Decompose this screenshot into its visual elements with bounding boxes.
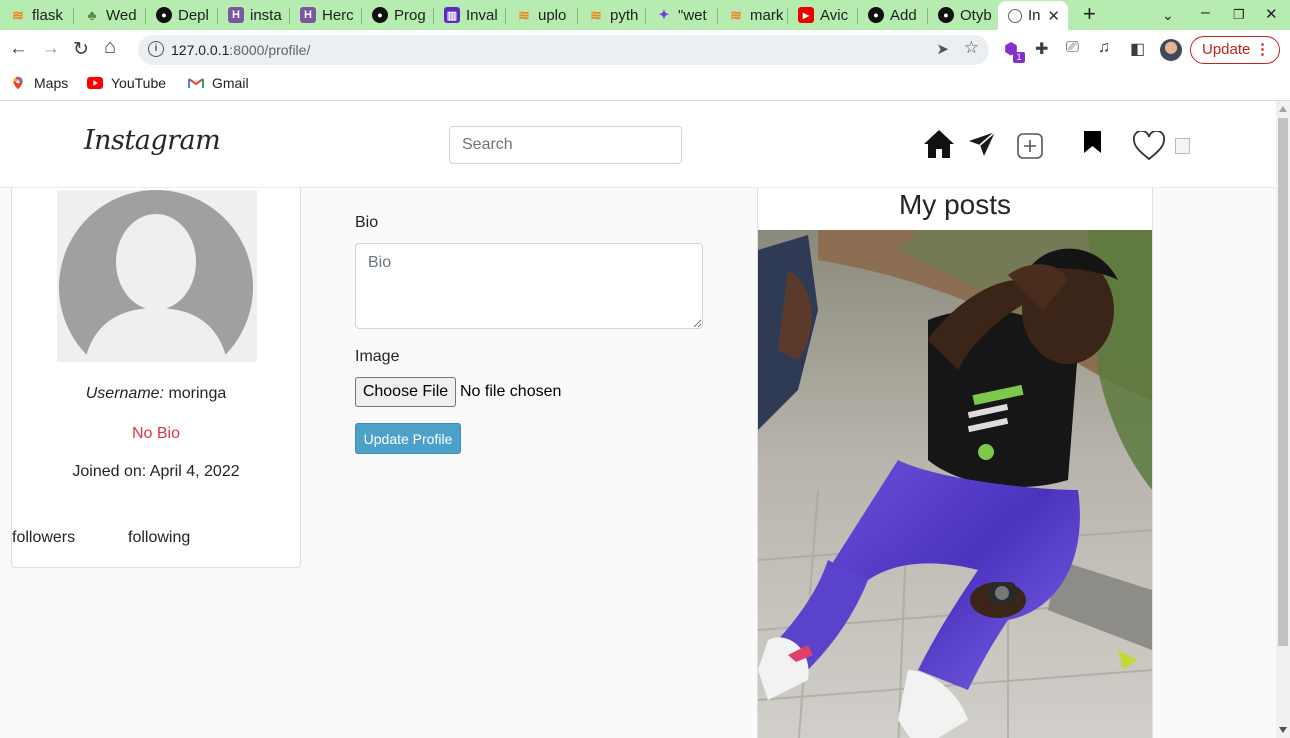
heroku-icon: H <box>300 7 316 23</box>
file-status: No file chosen <box>460 383 562 400</box>
side-panel-icon[interactable]: ◧ <box>1130 39 1145 59</box>
joined-date: Joined on: April 4, 2022 <box>72 463 240 480</box>
chrome-profile-avatar[interactable] <box>1160 39 1182 61</box>
bookmark-icon[interactable] <box>1083 130 1102 154</box>
default-avatar-icon <box>59 190 253 362</box>
image-label: Image <box>355 348 400 365</box>
stackoverflow-icon: ≋ <box>590 6 602 23</box>
site-info-icon[interactable]: i <box>148 41 164 57</box>
media-icon[interactable]: ♫ <box>1098 39 1110 57</box>
close-tab-icon[interactable]: ✕ <box>1047 7 1060 25</box>
stackoverflow-icon: ≋ <box>730 6 742 23</box>
profile-image[interactable] <box>1175 138 1190 154</box>
tab-8[interactable]: ≋ uplo <box>506 2 578 28</box>
tab-2[interactable]: ♣ Wed <box>74 2 146 28</box>
home-button-icon[interactable]: ⌂ <box>104 36 116 59</box>
send-page-icon[interactable]: ➤ <box>936 40 949 58</box>
scroll-thumb[interactable] <box>1278 118 1288 646</box>
youtube-icon: ▶ <box>798 7 814 23</box>
forward-icon[interactable]: → <box>41 38 60 60</box>
tab-4[interactable]: Hinsta <box>218 2 290 28</box>
reload-icon[interactable]: ↻ <box>73 38 89 61</box>
scroll-up-icon[interactable] <box>1279 106 1287 112</box>
tab-10[interactable]: ✦ "wet <box>646 2 718 28</box>
url-text[interactable]: 127.0.0.1:8000/profile/ <box>171 42 310 58</box>
browser-toolbar: ← → ↻ ⌂ i 127.0.0.1:8000/profile/ ➤ ☆ ⬢ … <box>0 30 1290 68</box>
tree-icon: ♣ <box>87 7 97 23</box>
search-input[interactable] <box>449 126 682 164</box>
github-icon: ● <box>938 7 954 23</box>
puzzle-icon[interactable]: ✚ <box>1035 39 1048 59</box>
tab-3[interactable]: ● Depl <box>146 2 218 28</box>
choose-file-button[interactable]: Choose File <box>355 377 456 407</box>
posts-title: My posts <box>898 189 1012 220</box>
globe-icon <box>1008 8 1022 23</box>
tab-12[interactable]: ▶ Avic <box>788 2 858 28</box>
tab-9[interactable]: ≋ pyth <box>578 2 646 28</box>
chrome-update-button[interactable]: Update ⋮ <box>1190 36 1280 64</box>
bio-label: Bio <box>355 214 379 231</box>
restore-icon[interactable]: ❐ <box>1233 7 1245 23</box>
bookmarks-bar: Maps YouTube Gmail <box>0 68 1290 101</box>
update-profile-button[interactable]: Update Profile <box>355 423 461 454</box>
tab-strip: ≋ flask ♣ Wed ● Depl Hinsta H Herc ● Prog ▥ In… <box>0 0 1290 30</box>
tab-6[interactable]: ● Prog <box>362 2 434 28</box>
youtube-icon <box>87 77 103 89</box>
tab-14[interactable]: ● Otyb <box>928 2 998 28</box>
tab-5[interactable]: H Herc <box>290 2 362 28</box>
stackoverflow-icon: ≋ <box>518 6 530 23</box>
tab-search-chevron-icon[interactable]: ⌄ <box>1162 7 1174 24</box>
add-post-icon[interactable] <box>1017 133 1043 159</box>
twitter-icon: ✦ <box>658 7 670 22</box>
post-image[interactable] <box>758 230 1152 738</box>
my-posts-panel: My posts <box>757 188 1153 738</box>
back-icon[interactable]: ← <box>9 38 28 60</box>
username: Username: moringa <box>85 385 227 402</box>
github-icon: ● <box>372 7 388 23</box>
following-link[interactable]: following <box>128 529 190 547</box>
bio-status: No Bio <box>131 425 181 442</box>
page-viewport: Instagram Search Username: moringa No Bi… <box>0 101 1276 738</box>
profile-avatar <box>57 190 257 362</box>
bookmark-star-icon[interactable]: ☆ <box>964 38 979 58</box>
tab-active[interactable]: In ✕ <box>998 1 1068 30</box>
minimize-icon[interactable]: – <box>1201 4 1210 22</box>
send-icon[interactable] <box>968 131 996 157</box>
gmail-icon <box>188 78 204 88</box>
github-icon: ● <box>156 7 172 23</box>
invalid-icon: ▥ <box>444 7 460 23</box>
site-navbar: Instagram <box>0 101 1276 188</box>
home-icon[interactable] <box>923 129 955 159</box>
github-icon: ● <box>868 7 884 23</box>
heart-icon[interactable] <box>1132 131 1166 161</box>
instagram-logo[interactable]: Instagram <box>84 125 221 156</box>
stackoverflow-icon: ≋ <box>12 6 24 23</box>
bio-textarea[interactable] <box>355 243 703 329</box>
extension-badge: 1 <box>1013 52 1025 63</box>
bookmark-maps[interactable]: Maps <box>10 75 68 91</box>
scroll-down-icon[interactable] <box>1279 727 1287 733</box>
profile-card: Username: moringa No Bio Joined on: Apri… <box>11 188 301 568</box>
tab-1[interactable]: ≋ flask <box>0 2 74 28</box>
tab-7[interactable]: ▥ Inval <box>434 2 506 28</box>
tab-13[interactable]: ● Add <box>858 2 928 28</box>
cast-icon[interactable]: ⎚ <box>1066 39 1079 57</box>
bookmark-gmail[interactable]: Gmail <box>188 75 249 91</box>
new-tab-icon[interactable]: + <box>1083 1 1096 27</box>
page-scrollbar[interactable] <box>1276 101 1290 738</box>
window-close-icon[interactable]: ✕ <box>1265 5 1278 23</box>
followers-link[interactable]: followers <box>12 529 75 547</box>
address-bar[interactable]: i 127.0.0.1:8000/profile/ ➤ ☆ <box>138 35 989 65</box>
post-photo <box>758 230 1152 738</box>
more-menu-icon[interactable]: ⋮ <box>1255 37 1270 63</box>
heroku-icon: H <box>228 7 244 23</box>
tab-11[interactable]: ≋ mark <box>718 2 788 28</box>
maps-icon <box>13 76 23 90</box>
bookmark-youtube[interactable]: YouTube <box>87 75 166 91</box>
